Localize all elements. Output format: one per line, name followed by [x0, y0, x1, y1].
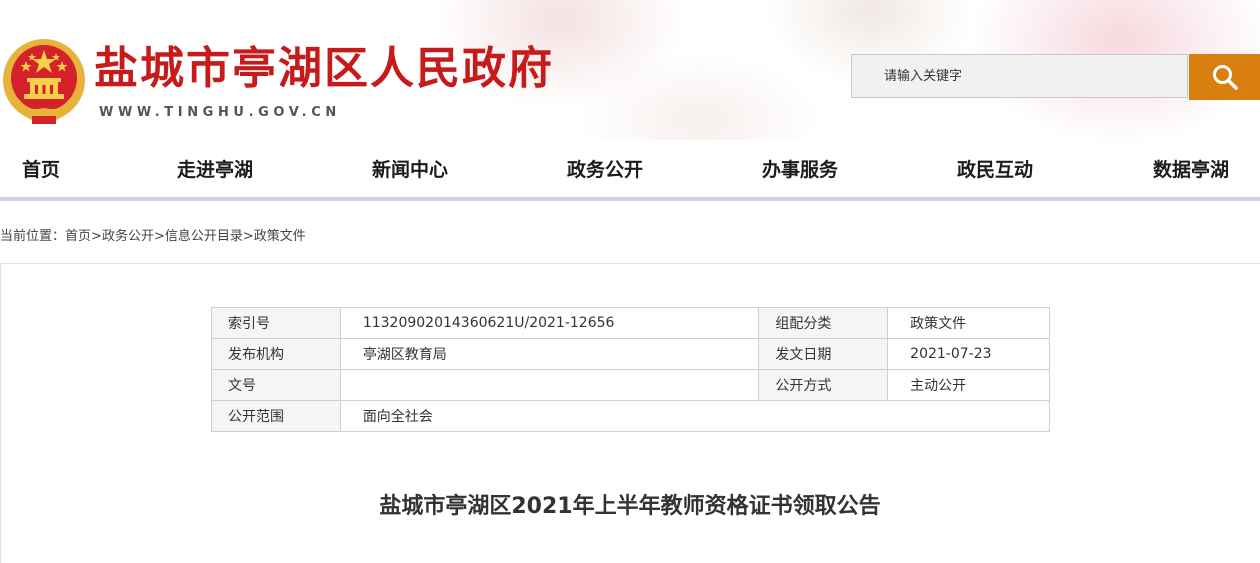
main-nav: 首页 走进亭湖 新闻中心 政务公开 办事服务 政民互动 数据亭湖 [0, 140, 1260, 201]
search-icon [1213, 65, 1238, 90]
site-header: 盐城市亭湖区人民政府 WWW.TINGHU.GOV.CN [0, 0, 1260, 140]
meta-label: 发文日期 [758, 338, 889, 370]
breadcrumb-item-home[interactable]: 首页 [65, 229, 91, 244]
table-row: 发布机构 亭湖区教育局 发文日期 2021-07-23 [211, 338, 1050, 370]
nav-item-news[interactable]: 新闻中心 [372, 158, 448, 182]
national-emblem-icon [3, 39, 85, 124]
meta-label: 发布机构 [211, 338, 341, 370]
breadcrumb-item-catalog[interactable]: 信息公开目录 [165, 229, 243, 244]
meta-value: 政策文件 [887, 307, 1050, 339]
meta-label: 组配分类 [758, 307, 889, 339]
search-button[interactable] [1189, 54, 1260, 100]
breadcrumb: 当前位置：首页>政务公开>信息公开目录>政策文件 [0, 225, 306, 244]
meta-value: 主动公开 [887, 369, 1050, 401]
nav-item-interaction[interactable]: 政民互动 [957, 158, 1033, 182]
breadcrumb-separator: > [242, 229, 254, 244]
nav-item-gov-affairs[interactable]: 政务公开 [567, 158, 643, 182]
search-input[interactable] [852, 55, 1187, 97]
breadcrumb-item-gov-affairs[interactable]: 政务公开 [102, 229, 154, 244]
meta-label: 公开方式 [758, 369, 889, 401]
breadcrumb-prefix: 当前位置： [0, 229, 66, 244]
nav-item-data[interactable]: 数据亭湖 [1153, 158, 1229, 182]
meta-label: 索引号 [211, 307, 341, 339]
meta-value [339, 369, 760, 401]
table-row: 文号 公开方式 主动公开 [211, 369, 1050, 401]
meta-label: 文号 [211, 369, 341, 401]
site-url: WWW.TINGHU.GOV.CN [99, 105, 341, 120]
meta-value: 11320902014360621U/2021-12656 [339, 307, 760, 339]
table-row: 公开范围 面向全社会 [211, 400, 1051, 432]
meta-value: 2021-07-23 [887, 338, 1050, 370]
article-title: 盐城市亭湖区2021年上半年教师资格证书领取公告 [379, 494, 881, 519]
meta-value: 亭湖区教育局 [339, 338, 760, 370]
nav-item-about[interactable]: 走进亭湖 [177, 158, 253, 182]
meta-label: 公开范围 [211, 400, 341, 432]
document-meta-table: 索引号 11320902014360621U/2021-12656 组配分类 政… [211, 307, 1051, 432]
search-box [851, 54, 1188, 98]
site-title: 盐城市亭湖区人民政府 [94, 43, 554, 94]
breadcrumb-item-policy[interactable]: 政策文件 [254, 229, 306, 244]
breadcrumb-separator: > [153, 229, 165, 244]
nav-item-home[interactable]: 首页 [22, 158, 60, 182]
nav-item-services[interactable]: 办事服务 [762, 158, 838, 182]
breadcrumb-separator: > [91, 229, 102, 244]
meta-value: 面向全社会 [339, 400, 1051, 432]
table-row: 索引号 11320902014360621U/2021-12656 组配分类 政… [211, 307, 1050, 339]
